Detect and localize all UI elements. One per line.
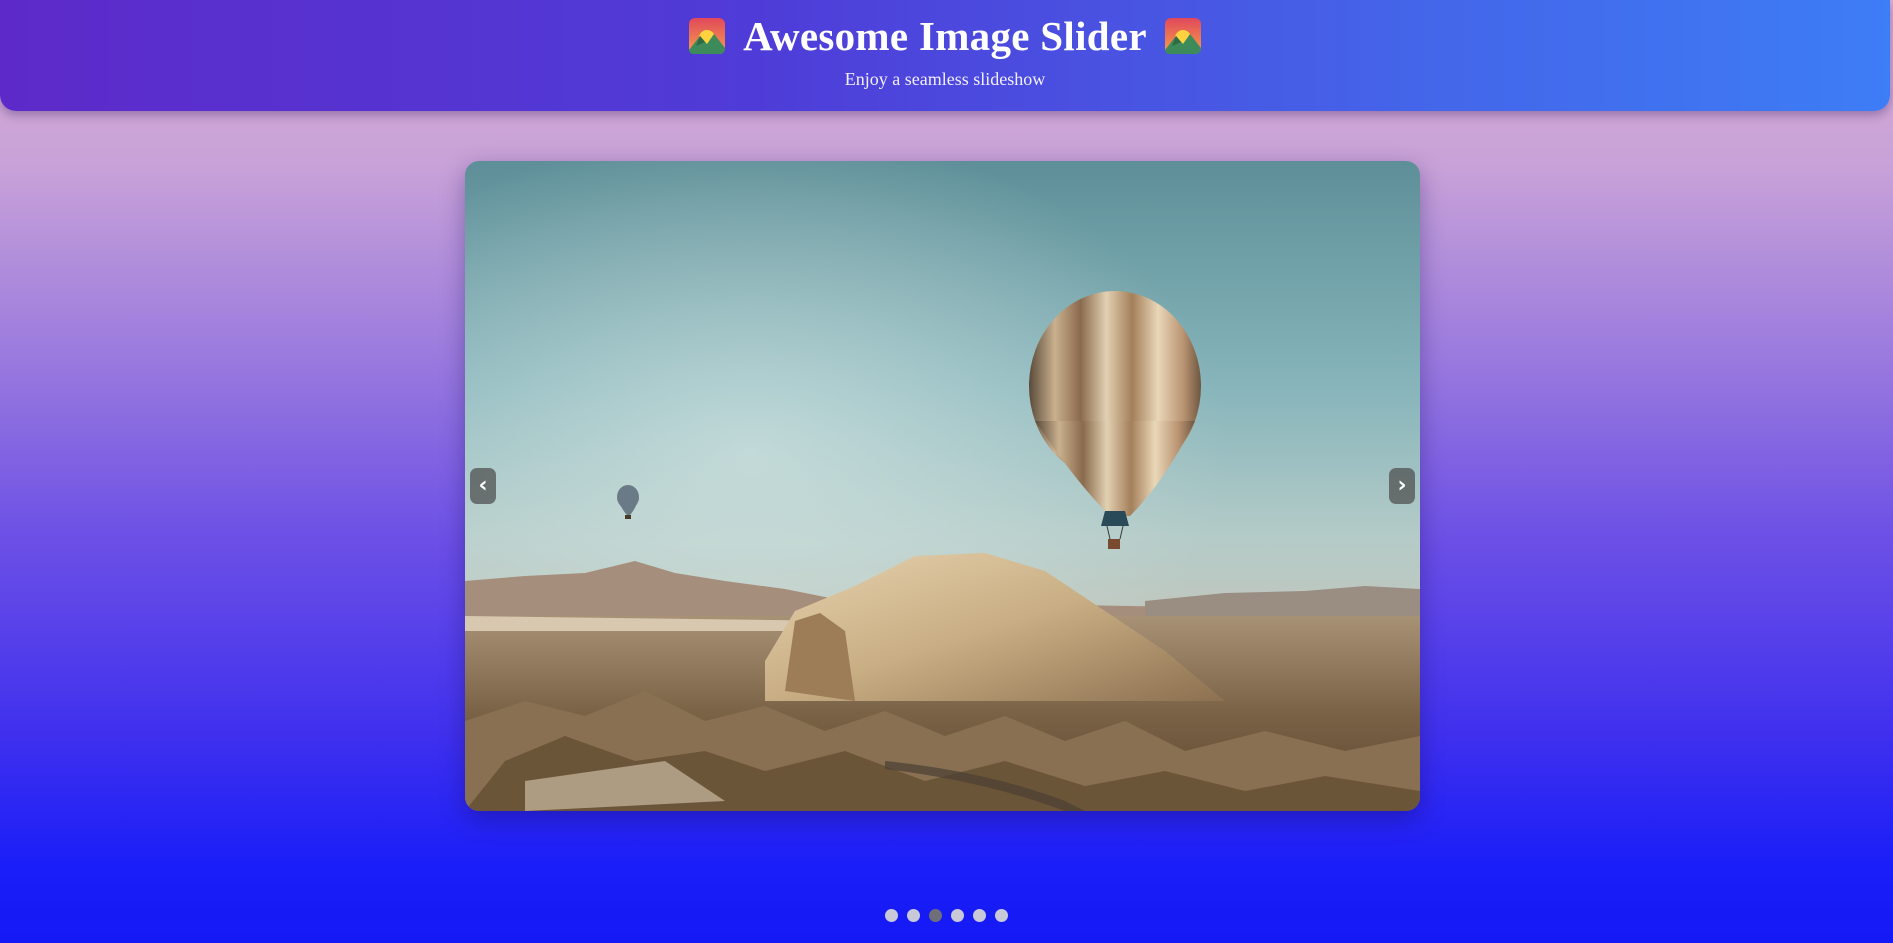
slide-dot[interactable] (885, 909, 898, 922)
image-slider (465, 161, 1420, 811)
sunrise-over-mountains-icon (1164, 18, 1201, 54)
header: Awesome Image Slider Enjoy a seamless sl… (0, 0, 1890, 111)
page-title: Awesome Image Slider (743, 13, 1147, 59)
sunrise-over-mountains-icon (689, 18, 726, 54)
slide-dot[interactable] (973, 909, 986, 922)
page-subtitle: Enjoy a seamless slideshow (844, 69, 1046, 89)
slide-dot[interactable] (951, 909, 964, 922)
slide-indicators (0, 909, 1893, 922)
title-row: Awesome Image Slider (0, 12, 1890, 60)
previous-slide-button[interactable]: ‹ (470, 468, 496, 504)
slide-dot[interactable] (995, 909, 1008, 922)
slide-dot[interactable] (929, 909, 942, 922)
slide-dot[interactable] (907, 909, 920, 922)
next-slide-button[interactable]: › (1389, 468, 1415, 504)
slide-image (465, 161, 1420, 811)
